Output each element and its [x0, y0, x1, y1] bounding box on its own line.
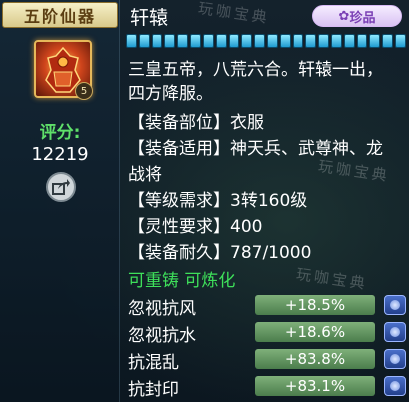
durability-segment [215, 34, 227, 48]
watermark: 玩咖宝典 [197, 0, 271, 27]
durability-segment [190, 34, 201, 48]
share-button[interactable] [46, 172, 76, 202]
durability-segment [202, 34, 214, 48]
score-value: 12219 [31, 144, 89, 165]
durability-segment [254, 34, 265, 48]
gem-icon[interactable] [384, 295, 406, 315]
bonus-value: +83.1% [255, 376, 375, 396]
bonus-row: 忽视抗水 +18.6% [128, 321, 409, 346]
attr-spirit-req: 【灵性要求】400 [128, 217, 263, 237]
bonus-name: 忽视抗风 [128, 299, 196, 319]
description-line: 三皇五帝，八荒六合。轩辕一出， [128, 60, 383, 80]
durability-segment [343, 34, 355, 48]
attr-classes: 【装备适用】神天兵、武尊神、龙 [128, 139, 383, 159]
bonus-value: +83.8% [255, 349, 375, 369]
durability-segment [228, 34, 240, 48]
bonus-value: +18.5% [255, 295, 375, 315]
rank-tag: 五阶仙器 [2, 2, 118, 28]
bonus-name: 抗封印 [128, 380, 179, 400]
durability-segment [151, 34, 163, 48]
score-label: 评分: [39, 123, 81, 143]
rarity-badge-label: 珍品 [349, 10, 376, 26]
bonus-row: 抗混乱 +83.8% [128, 348, 409, 373]
durability-segment [356, 34, 368, 48]
reforge-status: 可重铸 可炼化 [128, 271, 236, 291]
rarity-badge: ✿ 珍品 [312, 5, 402, 27]
bonus-name: 抗混乱 [128, 353, 179, 373]
durability-segment [164, 34, 176, 48]
bonus-row: 忽视抗风 +18.5% [128, 294, 409, 319]
attr-classes-cont: 战将 [128, 165, 162, 185]
durability-segment [126, 34, 137, 48]
item-level-badge: 5 [75, 82, 93, 100]
durability-segment [292, 34, 304, 48]
attr-durability: 【装备耐久】787/1000 [128, 243, 312, 263]
bonus-name: 忽视抗水 [128, 326, 196, 346]
gem-icon[interactable] [384, 376, 406, 396]
durability-segment [331, 34, 342, 48]
durability-segment [395, 34, 406, 48]
durability-segment [241, 34, 253, 48]
attr-slot: 【装备部位】衣服 [128, 113, 264, 133]
item-tooltip-panel: 五阶仙器 5 评分: 12219 轩辕 ✿ 珍品 玩咖宝典 玩咖宝典 玩咖宝典 三… [0, 0, 409, 402]
durability-segment [382, 34, 394, 48]
gem-icon[interactable] [384, 322, 406, 342]
bonus-value: +18.6% [255, 322, 375, 342]
item-description: 三皇五帝，八荒六合。轩辕一出， 四方降服。 [128, 58, 409, 106]
share-icon [52, 179, 70, 195]
bonus-row: 抗封印 +83.1% [128, 375, 409, 400]
durability-segment [138, 34, 150, 48]
description-line: 四方降服。 [128, 84, 213, 104]
armor-icon[interactable]: 5 [34, 40, 93, 100]
durability-segment [266, 34, 278, 48]
item-name: 轩辕 [130, 7, 169, 29]
durability-segment [369, 34, 381, 48]
durability-segment [177, 34, 189, 48]
durability-bar [126, 34, 406, 48]
attr-level-req: 【等级需求】3转160级 [128, 191, 308, 211]
durability-segment [305, 34, 317, 48]
gem-icon[interactable] [384, 349, 406, 369]
item-summary-column: 五阶仙器 5 评分: 12219 [0, 0, 120, 402]
durability-segment [279, 34, 291, 48]
durability-segment [318, 34, 329, 48]
